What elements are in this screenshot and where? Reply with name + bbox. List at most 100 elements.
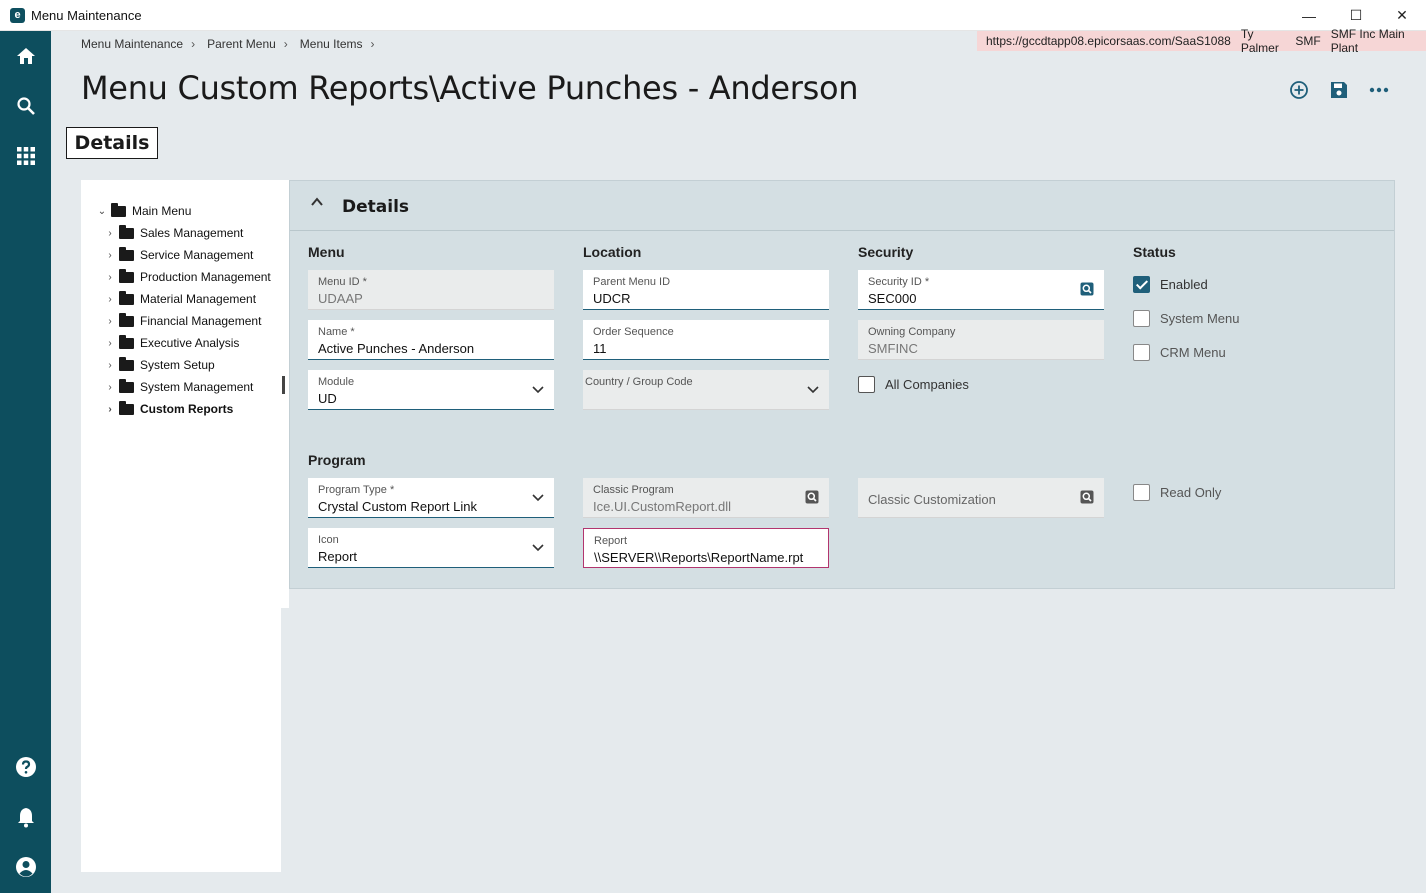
icon-select[interactable]: Icon Report [308, 528, 554, 568]
field-value: SMFINC [868, 341, 918, 356]
tree-item-custom-reports[interactable]: › Custom Reports [105, 400, 233, 418]
window-title: Menu Maintenance [31, 8, 142, 23]
tree-item-executive-analysis[interactable]: › Executive Analysis [105, 334, 239, 352]
read-only-checkbox[interactable]: Read Only [1133, 484, 1221, 501]
help-icon[interactable] [13, 754, 39, 780]
checkbox-box[interactable] [1133, 310, 1150, 327]
field-value[interactable]: SEC000 [868, 291, 916, 306]
search-lookup-icon[interactable] [805, 490, 819, 504]
report-path-field[interactable]: Report \\SERVER\\Reports\ReportName.rpt [583, 528, 829, 568]
field-value[interactable]: \\SERVER\\Reports\ReportName.rpt [594, 550, 803, 565]
system-menu-checkbox[interactable]: System Menu [1133, 310, 1239, 327]
panel-splitter-handle[interactable] [282, 376, 285, 394]
tree-item-production-management[interactable]: › Production Management [105, 268, 271, 286]
tree-item-system-setup[interactable]: › System Setup [105, 356, 215, 374]
folder-icon [119, 334, 134, 349]
field-value[interactable]: UD [318, 391, 337, 406]
checkbox-label: Read Only [1160, 485, 1222, 500]
chevron-right-icon[interactable]: › [105, 228, 115, 239]
window-titlebar: e Menu Maintenance — ☐ ✕ [0, 0, 1426, 31]
country-group-code-select[interactable]: Country / Group Code [583, 370, 829, 410]
tree-item-main-menu[interactable]: ⌄ Main Menu [97, 202, 191, 220]
chevron-right-icon[interactable]: › [105, 360, 115, 371]
tree-item-sales-management[interactable]: › Sales Management [105, 224, 243, 242]
save-icon[interactable] [1328, 79, 1350, 101]
notifications-bell-icon[interactable] [13, 804, 39, 830]
app-logo-icon: e [10, 8, 25, 23]
folder-icon [119, 268, 134, 283]
minimize-button[interactable]: — [1286, 0, 1332, 31]
checkbox-box[interactable] [858, 376, 875, 393]
checkbox-label: Enabled [1160, 277, 1208, 292]
field-label: Icon [318, 534, 339, 546]
chevron-right-icon[interactable]: › [105, 316, 115, 327]
field-label: Order Sequence [593, 326, 674, 338]
search-icon[interactable] [13, 93, 39, 119]
left-nav-rail [0, 31, 51, 893]
enabled-checkbox[interactable]: Enabled [1133, 276, 1208, 293]
chevron-down-icon[interactable]: ⌄ [97, 206, 107, 217]
security-id-field[interactable]: Security ID * SEC000 [858, 270, 1104, 310]
chevron-down-icon[interactable] [532, 491, 544, 505]
tree-item-system-management[interactable]: › System Management [105, 378, 253, 396]
checkbox-label: All Companies [885, 377, 969, 392]
parent-menu-id-field[interactable]: Parent Menu ID UDCR [583, 270, 829, 310]
search-lookup-icon[interactable] [1080, 282, 1094, 296]
details-panel-header[interactable]: Details [290, 181, 1394, 231]
add-new-icon[interactable] [1288, 79, 1310, 101]
field-value[interactable]: 11 [593, 341, 607, 356]
field-value[interactable]: Crystal Custom Report Link [318, 499, 477, 514]
chevron-down-icon[interactable] [532, 383, 544, 397]
folder-icon [119, 290, 134, 305]
checkbox-box[interactable] [1133, 276, 1150, 293]
checkbox-label: System Menu [1160, 311, 1240, 326]
search-lookup-icon[interactable] [1080, 490, 1094, 504]
chevron-right-icon[interactable]: › [105, 250, 115, 261]
name-field[interactable]: Name * Active Punches - Anderson [308, 320, 554, 360]
context-user[interactable]: Ty Palmer [1241, 27, 1286, 55]
main-content: Menu Maintenance › Parent Menu › Menu Item… [51, 27, 1426, 893]
order-sequence-field[interactable]: Order Sequence 11 [583, 320, 829, 360]
chevron-up-icon[interactable] [310, 195, 324, 214]
breadcrumb-item[interactable]: Menu Items [300, 37, 363, 51]
context-company[interactable]: SMF [1295, 34, 1320, 48]
module-select[interactable]: Module UD [308, 370, 554, 410]
classic-program-field[interactable]: Classic Program Ice.UI.CustomReport.dll [583, 478, 829, 518]
crm-menu-checkbox[interactable]: CRM Menu [1133, 344, 1226, 361]
details-panel-title: Details [342, 197, 410, 217]
field-label: Parent Menu ID [593, 276, 671, 288]
field-value[interactable]: UDCR [593, 291, 631, 306]
chevron-right-icon[interactable]: › [105, 272, 115, 283]
chevron-down-icon[interactable] [532, 541, 544, 555]
field-value[interactable]: Report [318, 549, 357, 564]
context-plant[interactable]: SMF Inc Main Plant [1331, 27, 1417, 55]
chevron-down-icon[interactable] [807, 383, 819, 397]
home-icon[interactable] [13, 43, 39, 69]
page-actions [1288, 79, 1390, 101]
chevron-right-icon[interactable]: › [105, 338, 115, 349]
apps-grid-icon[interactable] [13, 143, 39, 169]
chevron-right-icon[interactable]: › [105, 294, 115, 305]
program-type-select[interactable]: Program Type * Crystal Custom Report Lin… [308, 478, 554, 518]
chevron-right-icon[interactable]: › [105, 404, 115, 415]
field-label: Module [318, 376, 355, 388]
field-value[interactable]: Ice.UI.CustomReport.dll [593, 499, 731, 514]
breadcrumb-item[interactable]: Parent Menu [207, 37, 276, 51]
more-options-icon[interactable] [1368, 79, 1390, 101]
tree-item-financial-management[interactable]: › Financial Management [105, 312, 261, 330]
user-profile-icon[interactable] [13, 854, 39, 880]
details-panel: Details Menu Location Security Status Pr… [289, 180, 1395, 589]
tree-item-label: System Management [140, 380, 254, 394]
breadcrumb-item[interactable]: Menu Maintenance [81, 37, 183, 51]
chevron-right-icon: › [370, 37, 375, 51]
checkbox-box[interactable] [1133, 484, 1150, 501]
classic-customization-field[interactable]: Classic Customization [858, 478, 1104, 518]
tree-item-service-management[interactable]: › Service Management [105, 246, 253, 264]
tab-details[interactable]: Details [66, 127, 158, 159]
all-companies-checkbox[interactable]: All Companies [858, 376, 969, 393]
field-value[interactable]: Active Punches - Anderson [318, 341, 474, 356]
tree-item-material-management[interactable]: › Material Management [105, 290, 256, 308]
menu-tree: ⌄ Main Menu › Sales Management › Service M… [81, 180, 281, 872]
checkbox-box[interactable] [1133, 344, 1150, 361]
chevron-right-icon[interactable]: › [105, 382, 115, 393]
